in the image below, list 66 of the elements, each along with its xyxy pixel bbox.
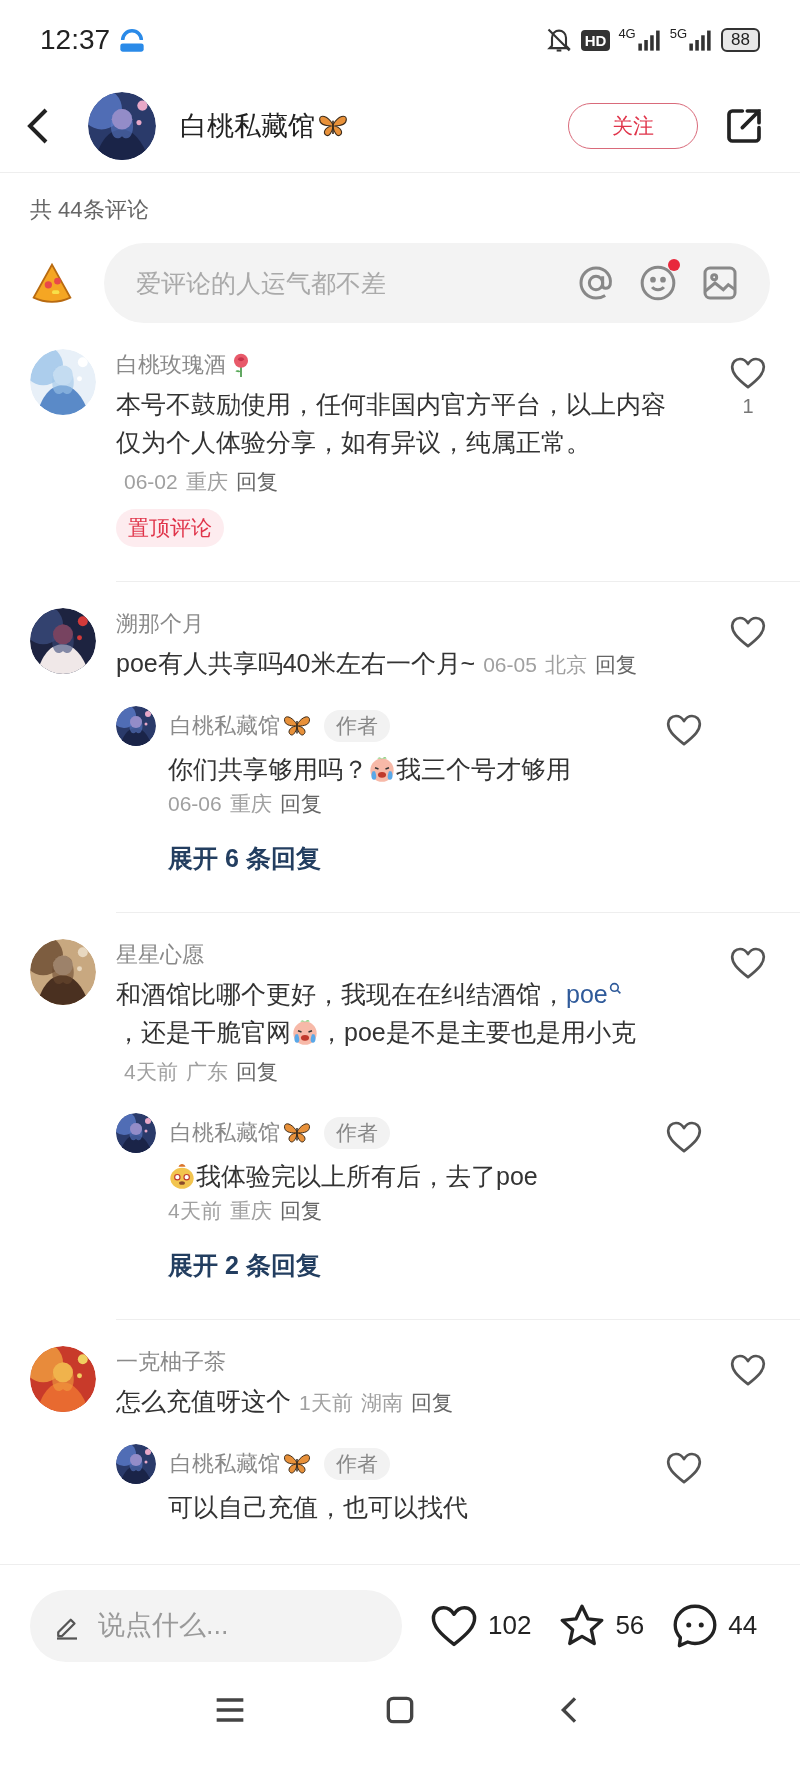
- like-button[interactable]: 1: [726, 353, 770, 418]
- account-name: 白桃私藏馆: [180, 110, 315, 143]
- share-button[interactable]: [724, 106, 764, 146]
- reply-link[interactable]: 回复: [235, 470, 278, 493]
- app-icon: [118, 26, 147, 54]
- comment-location: 重庆: [185, 470, 228, 493]
- comment-text: 本号不鼓励使用，任何非国内官方平台，以上内容仅为个人体验分享，如有异议，纯属正常。: [116, 389, 667, 458]
- emoji-icon: [291, 1018, 319, 1046]
- comment-count: 共 44条评论: [30, 196, 150, 224]
- comment-text: 我三个号才够用: [396, 754, 571, 785]
- comment-date: 06-05: [483, 653, 537, 676]
- reply-link[interactable]: 回复: [279, 792, 322, 815]
- share-icon: [724, 106, 764, 146]
- expand-replies-link[interactable]: 展开 2 条回复: [168, 1245, 321, 1285]
- comment-location: 重庆: [229, 792, 272, 815]
- comment-button[interactable]: 44: [670, 1600, 758, 1651]
- battery-indicator: 88: [721, 28, 760, 52]
- comment-input[interactable]: 说点什么...: [96, 1609, 380, 1642]
- comment-date: 06-02: [124, 470, 178, 493]
- comment-text: 和酒馆比哪个更好，我现在在纠结酒馆，: [116, 979, 566, 1010]
- comment-text: ，还是干脆官网: [116, 1017, 291, 1048]
- comment-text: 你们共享够用吗？: [168, 754, 368, 785]
- expand-replies-link[interactable]: 展开 6 条回复: [168, 838, 321, 878]
- network-label: 4G: [618, 27, 636, 40]
- smiley-icon: [638, 263, 678, 303]
- pinned-badge: 置顶评论: [116, 509, 224, 547]
- pizza-icon: [30, 261, 74, 305]
- comment-date: 06-06: [168, 792, 222, 815]
- emoji-icon: [168, 1162, 196, 1190]
- comment-field[interactable]: 说点什么...: [30, 1589, 402, 1662]
- author-badge: 作者: [324, 1448, 390, 1480]
- hd-badge: HD: [580, 29, 611, 51]
- comment-text: poe有人共享吗40米左右一个月~: [116, 648, 476, 679]
- comment-text: 怎么充值呀这个: [116, 1386, 291, 1417]
- reply-link[interactable]: 回复: [594, 653, 637, 676]
- user-name[interactable]: 白桃玫瑰酒: [116, 349, 226, 381]
- comment-text: 可以自己充值，也可以找代: [168, 1492, 468, 1523]
- user-name[interactable]: 溯那个月: [116, 608, 204, 640]
- comment-input[interactable]: 爱评论的人运气都不差: [134, 267, 554, 299]
- comment-date: 1天前: [299, 1391, 353, 1414]
- comment-date: 4天前: [124, 1060, 178, 1083]
- like-button[interactable]: 102: [428, 1599, 532, 1652]
- favorite-button[interactable]: 56: [557, 1600, 645, 1651]
- reply-link[interactable]: 回复: [410, 1391, 453, 1414]
- search-icon: [608, 982, 622, 995]
- comment-location: 广东: [185, 1060, 228, 1083]
- author-badge: 作者: [324, 710, 390, 742]
- user-name[interactable]: 白桃私藏馆: [170, 711, 280, 741]
- reply-link[interactable]: 回复: [279, 1199, 322, 1222]
- user-name[interactable]: 星星心愿: [116, 939, 204, 971]
- clock-time: 12:37: [40, 24, 111, 56]
- keyword-link[interactable]: poe: [566, 980, 608, 1008]
- comment-text: ，poe是不是主要也是用小克: [319, 1017, 636, 1048]
- comment-location: 北京: [544, 653, 587, 676]
- comment-text: 我体验完以上所有后，去了poe: [196, 1161, 538, 1192]
- user-name[interactable]: 一克柚子茶: [116, 1346, 226, 1378]
- user-name[interactable]: 白桃私藏馆: [170, 1449, 280, 1479]
- comment-location: 湖南: [360, 1391, 403, 1414]
- network-label: 5G: [669, 27, 688, 40]
- comment-date: 4天前: [168, 1199, 222, 1222]
- comment-location: 重庆: [229, 1199, 272, 1222]
- follow-button[interactable]: 关注: [568, 103, 698, 149]
- author-badge: 作者: [324, 1117, 390, 1149]
- reply-link[interactable]: 回复: [235, 1060, 278, 1083]
- emoji-icon: [368, 755, 396, 783]
- user-name[interactable]: 白桃私藏馆: [170, 1118, 280, 1148]
